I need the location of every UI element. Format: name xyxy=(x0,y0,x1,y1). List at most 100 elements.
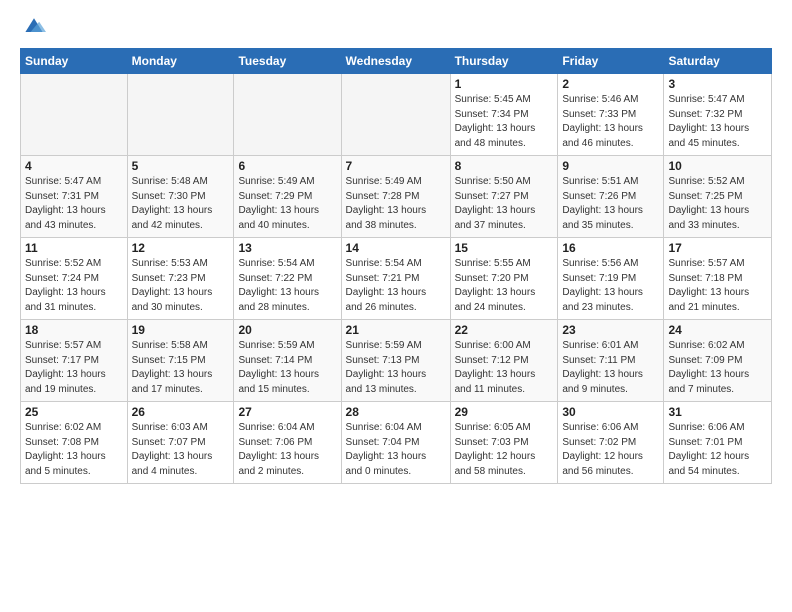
day-number: 26 xyxy=(132,405,230,419)
calendar-week-row: 18 Sunrise: 5:57 AM Sunset: 7:17 PM Dayli… xyxy=(21,320,772,402)
day-info: Sunrise: 6:04 AM Sunset: 7:04 PM Dayligh… xyxy=(346,421,446,479)
weekday-header-monday: Monday xyxy=(127,49,234,74)
day-number: 24 xyxy=(668,323,767,337)
calendar-cell: 6 Sunrise: 5:49 AM Sunset: 7:29 PM Daylig… xyxy=(234,156,341,238)
calendar-cell: 17Sunrise: 5:57 AM Sunset: 7:18 PM Dayli… xyxy=(664,238,772,320)
calendar-cell: 5 Sunrise: 5:48 AM Sunset: 7:30 PM Daylig… xyxy=(127,156,234,238)
day-number: 4 xyxy=(25,159,123,173)
weekday-header-row: SundayMondayTuesdayWednesdayThursdayFrid… xyxy=(21,49,772,74)
calendar-cell: 24 Sunrise: 6:02 AM Sunset: 7:09 PM Dayli… xyxy=(664,320,772,402)
day-info: Sunrise: 5:54 AM Sunset: 7:22 PM Dayligh… xyxy=(238,257,336,315)
day-number: 30 xyxy=(562,405,659,419)
day-info: Sunrise: 5:57 AM Sunset: 7:18 PM Dayligh… xyxy=(668,257,767,315)
calendar-cell: 18 Sunrise: 5:57 AM Sunset: 7:17 PM Dayli… xyxy=(21,320,128,402)
day-info: Sunrise: 5:53 AM Sunset: 7:23 PM Dayligh… xyxy=(132,257,230,315)
day-number: 31 xyxy=(668,405,767,419)
calendar-cell xyxy=(341,74,450,156)
day-number: 16 xyxy=(562,241,659,255)
calendar-cell: 29 Sunrise: 6:05 AM Sunset: 7:03 PM Dayli… xyxy=(450,402,558,484)
day-number: 11 xyxy=(25,241,123,255)
day-info: Sunrise: 5:59 AM Sunset: 7:13 PM Dayligh… xyxy=(346,339,446,397)
day-info: Sunrise: 5:49 AM Sunset: 7:29 PM Dayligh… xyxy=(238,175,336,233)
calendar-cell xyxy=(127,74,234,156)
calendar-cell: 1 Sunrise: 5:45 AM Sunset: 7:34 PM Daylig… xyxy=(450,74,558,156)
calendar-table: SundayMondayTuesdayWednesdayThursdayFrid… xyxy=(20,48,772,484)
calendar-cell: 10 Sunrise: 5:52 AM Sunset: 7:25 PM Dayli… xyxy=(664,156,772,238)
day-info: Sunrise: 5:57 AM Sunset: 7:17 PM Dayligh… xyxy=(25,339,123,397)
calendar-cell: 23Sunrise: 6:01 AM Sunset: 7:11 PM Dayli… xyxy=(558,320,664,402)
day-info: Sunrise: 6:04 AM Sunset: 7:06 PM Dayligh… xyxy=(238,421,336,479)
day-number: 6 xyxy=(238,159,336,173)
header xyxy=(20,16,772,36)
calendar-cell: 28 Sunrise: 6:04 AM Sunset: 7:04 PM Dayli… xyxy=(341,402,450,484)
logo xyxy=(20,16,46,36)
calendar-cell: 15 Sunrise: 5:55 AM Sunset: 7:20 PM Dayli… xyxy=(450,238,558,320)
day-number: 14 xyxy=(346,241,446,255)
day-info: Sunrise: 5:52 AM Sunset: 7:25 PM Dayligh… xyxy=(668,175,767,233)
calendar-cell: 20 Sunrise: 5:59 AM Sunset: 7:14 PM Dayli… xyxy=(234,320,341,402)
calendar-cell: 27 Sunrise: 6:04 AM Sunset: 7:06 PM Dayli… xyxy=(234,402,341,484)
day-info: Sunrise: 5:45 AM Sunset: 7:34 PM Dayligh… xyxy=(455,93,554,151)
day-info: Sunrise: 5:47 AM Sunset: 7:31 PM Dayligh… xyxy=(25,175,123,233)
day-number: 28 xyxy=(346,405,446,419)
day-info: Sunrise: 6:05 AM Sunset: 7:03 PM Dayligh… xyxy=(455,421,554,479)
calendar-cell: 8Sunrise: 5:50 AM Sunset: 7:27 PM Daylig… xyxy=(450,156,558,238)
calendar-cell: 9 Sunrise: 5:51 AM Sunset: 7:26 PM Daylig… xyxy=(558,156,664,238)
day-info: Sunrise: 5:47 AM Sunset: 7:32 PM Dayligh… xyxy=(668,93,767,151)
day-number: 18 xyxy=(25,323,123,337)
calendar-cell: 25Sunrise: 6:02 AM Sunset: 7:08 PM Dayli… xyxy=(21,402,128,484)
weekday-header-saturday: Saturday xyxy=(664,49,772,74)
day-info: Sunrise: 6:02 AM Sunset: 7:09 PM Dayligh… xyxy=(668,339,767,397)
calendar-week-row: 25Sunrise: 6:02 AM Sunset: 7:08 PM Dayli… xyxy=(21,402,772,484)
day-number: 7 xyxy=(346,159,446,173)
day-info: Sunrise: 5:56 AM Sunset: 7:19 PM Dayligh… xyxy=(562,257,659,315)
calendar-cell: 26 Sunrise: 6:03 AM Sunset: 7:07 PM Dayli… xyxy=(127,402,234,484)
day-number: 15 xyxy=(455,241,554,255)
day-info: Sunrise: 5:54 AM Sunset: 7:21 PM Dayligh… xyxy=(346,257,446,315)
day-info: Sunrise: 6:01 AM Sunset: 7:11 PM Dayligh… xyxy=(562,339,659,397)
calendar-cell: 11 Sunrise: 5:52 AM Sunset: 7:24 PM Dayli… xyxy=(21,238,128,320)
weekday-header-friday: Friday xyxy=(558,49,664,74)
calendar-week-row: 4 Sunrise: 5:47 AM Sunset: 7:31 PM Daylig… xyxy=(21,156,772,238)
calendar-cell: 31 Sunrise: 6:06 AM Sunset: 7:01 PM Dayli… xyxy=(664,402,772,484)
page: SundayMondayTuesdayWednesdayThursdayFrid… xyxy=(0,0,792,494)
day-number: 2 xyxy=(562,77,659,91)
day-number: 20 xyxy=(238,323,336,337)
calendar-cell: 4 Sunrise: 5:47 AM Sunset: 7:31 PM Daylig… xyxy=(21,156,128,238)
weekday-header-sunday: Sunday xyxy=(21,49,128,74)
day-info: Sunrise: 6:00 AM Sunset: 7:12 PM Dayligh… xyxy=(455,339,554,397)
day-number: 9 xyxy=(562,159,659,173)
day-info: Sunrise: 6:06 AM Sunset: 7:01 PM Dayligh… xyxy=(668,421,767,479)
calendar-cell: 14 Sunrise: 5:54 AM Sunset: 7:21 PM Dayli… xyxy=(341,238,450,320)
day-number: 1 xyxy=(455,77,554,91)
calendar-cell: 21Sunrise: 5:59 AM Sunset: 7:13 PM Dayli… xyxy=(341,320,450,402)
day-info: Sunrise: 5:48 AM Sunset: 7:30 PM Dayligh… xyxy=(132,175,230,233)
calendar-cell: 2 Sunrise: 5:46 AM Sunset: 7:33 PM Daylig… xyxy=(558,74,664,156)
calendar-cell: 7 Sunrise: 5:49 AM Sunset: 7:28 PM Daylig… xyxy=(341,156,450,238)
logo-icon xyxy=(22,16,46,36)
day-number: 5 xyxy=(132,159,230,173)
calendar-week-row: 11 Sunrise: 5:52 AM Sunset: 7:24 PM Dayli… xyxy=(21,238,772,320)
day-info: Sunrise: 5:46 AM Sunset: 7:33 PM Dayligh… xyxy=(562,93,659,151)
calendar-cell: 13 Sunrise: 5:54 AM Sunset: 7:22 PM Dayli… xyxy=(234,238,341,320)
day-info: Sunrise: 6:03 AM Sunset: 7:07 PM Dayligh… xyxy=(132,421,230,479)
day-info: Sunrise: 5:49 AM Sunset: 7:28 PM Dayligh… xyxy=(346,175,446,233)
day-number: 25 xyxy=(25,405,123,419)
day-number: 3 xyxy=(668,77,767,91)
day-info: Sunrise: 5:55 AM Sunset: 7:20 PM Dayligh… xyxy=(455,257,554,315)
day-info: Sunrise: 5:52 AM Sunset: 7:24 PM Dayligh… xyxy=(25,257,123,315)
calendar-cell: 3 Sunrise: 5:47 AM Sunset: 7:32 PM Daylig… xyxy=(664,74,772,156)
day-number: 10 xyxy=(668,159,767,173)
calendar-cell: 30Sunrise: 6:06 AM Sunset: 7:02 PM Dayli… xyxy=(558,402,664,484)
day-number: 19 xyxy=(132,323,230,337)
weekday-header-thursday: Thursday xyxy=(450,49,558,74)
day-number: 12 xyxy=(132,241,230,255)
weekday-header-tuesday: Tuesday xyxy=(234,49,341,74)
day-info: Sunrise: 5:51 AM Sunset: 7:26 PM Dayligh… xyxy=(562,175,659,233)
calendar-cell xyxy=(234,74,341,156)
calendar-cell xyxy=(21,74,128,156)
day-number: 29 xyxy=(455,405,554,419)
day-info: Sunrise: 5:59 AM Sunset: 7:14 PM Dayligh… xyxy=(238,339,336,397)
day-number: 13 xyxy=(238,241,336,255)
day-number: 27 xyxy=(238,405,336,419)
